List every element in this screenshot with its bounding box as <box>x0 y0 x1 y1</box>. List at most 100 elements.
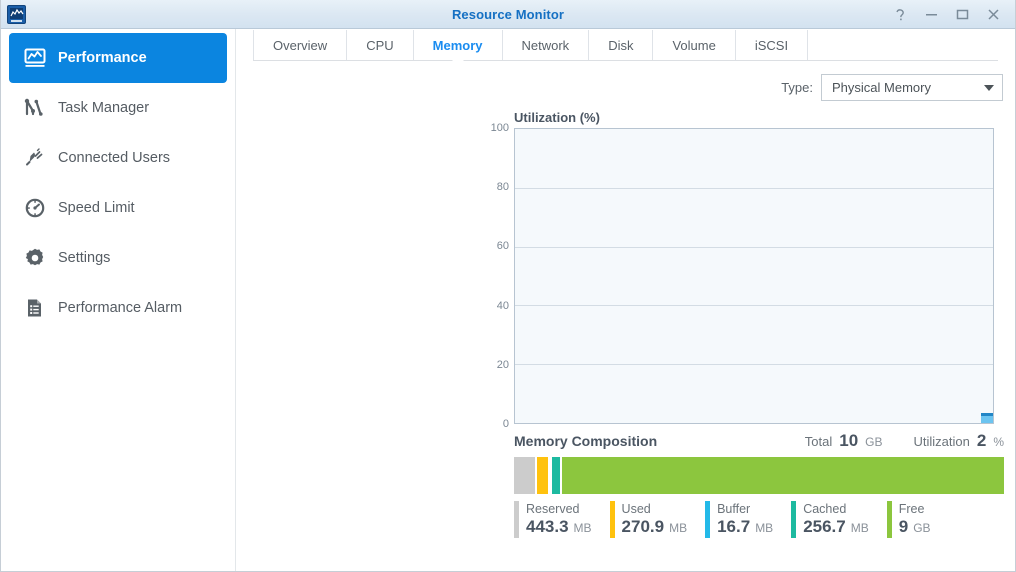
sidebar-item-performance-alarm[interactable]: Performance Alarm <box>9 283 227 333</box>
sidebar-item-speed-limit[interactable]: Speed Limit <box>9 183 227 233</box>
window-body: Performance Task Manager Connected Users… <box>1 29 1015 571</box>
memory-composition-bar <box>514 457 1004 494</box>
legend-label: Used <box>621 502 651 516</box>
legend-swatch <box>609 501 615 538</box>
legend-label: Cached <box>803 502 847 516</box>
chart-plot-area[interactable] <box>514 128 994 424</box>
legend-item-free: Free 9 GB <box>886 501 949 538</box>
legend-unit: MB <box>573 521 592 535</box>
chart-data-marker <box>981 413 993 423</box>
legend-unit: GB <box>913 521 931 535</box>
sidebar-item-performance[interactable]: Performance <box>9 33 227 83</box>
chart-y-tick: 60 <box>496 240 509 253</box>
task-manager-icon <box>23 96 47 120</box>
chevron-down-icon <box>984 84 994 91</box>
sidebar-item-task-manager[interactable]: Task Manager <box>9 83 227 133</box>
total-label: Total <box>804 434 833 449</box>
memory-bar-segment-reserved <box>514 457 537 494</box>
total-value: 10 <box>839 431 859 450</box>
utilization-label: Utilization <box>913 434 970 449</box>
legend-label: Reserved <box>526 502 580 516</box>
legend-value: 443.3 <box>526 517 569 536</box>
legend-unit: MB <box>669 521 688 535</box>
chart-title: Utilization (%) <box>514 110 600 125</box>
sidebar-item-label: Performance <box>58 50 147 66</box>
chart-y-tick: 20 <box>496 358 509 371</box>
tab-label: Overview <box>273 37 328 53</box>
chart-y-tick: 0 <box>502 418 509 430</box>
chart-gridline <box>515 246 993 248</box>
chart-gridline <box>515 187 993 189</box>
legend-label: Buffer <box>717 502 751 516</box>
type-select-value: Physical Memory <box>832 80 931 95</box>
legend-swatch <box>705 501 711 538</box>
title-bar: Resource Monitor <box>1 0 1015 29</box>
legend-label: Free <box>898 502 925 516</box>
legend-swatch <box>791 501 797 538</box>
resource-monitor-window: Resource Monitor Performance Task Manage… <box>0 0 1016 572</box>
sidebar-item-settings[interactable]: Settings <box>9 233 227 283</box>
legend-value: 16.7 <box>717 517 751 536</box>
sidebar: Performance Task Manager Connected Users… <box>1 29 236 571</box>
type-label: Type: <box>781 80 813 95</box>
legend-unit: MB <box>850 521 869 535</box>
total-unit: GB <box>865 435 883 449</box>
legend-value: 9 <box>898 517 909 536</box>
sidebar-item-label: Task Manager <box>58 100 150 116</box>
maximize-button[interactable] <box>947 1 978 27</box>
close-button[interactable] <box>978 1 1009 27</box>
sidebar-item-label: Speed Limit <box>58 200 135 216</box>
tab-label: CPU <box>366 37 394 53</box>
memory-bar-segment-cached <box>552 457 563 494</box>
tab-label: Network <box>521 37 570 53</box>
legend-item-cached: Cached 256.7 MB <box>791 501 887 538</box>
tab-label: iSCSI <box>754 37 789 53</box>
tab-label: Volume <box>672 37 716 53</box>
plug-icon <box>23 146 47 170</box>
tab-label: Memory <box>432 37 483 53</box>
window-controls <box>885 1 1015 27</box>
tab-overview[interactable]: Overview <box>253 30 348 60</box>
sidebar-item-label: Performance Alarm <box>58 300 183 316</box>
document-list-icon <box>23 296 47 320</box>
legend-unit: MB <box>755 521 774 535</box>
content-area: Overview CPU Memory Network Disk Volume … <box>236 29 1015 571</box>
active-tab-caret <box>452 55 465 61</box>
tab-underline <box>253 55 998 61</box>
type-select[interactable]: Physical Memory <box>821 74 1003 101</box>
tab-iscsi[interactable]: iSCSI <box>736 30 809 60</box>
chart-y-axis: 100 80 60 40 20 0 <box>483 122 509 430</box>
gear-icon <box>23 246 47 270</box>
memory-bar-segment-used <box>536 457 550 494</box>
legend-item-reserved: Reserved 443.3 MB <box>514 501 610 538</box>
help-button[interactable] <box>885 1 916 27</box>
memory-summary-stats: Total 10 GB Utilization 2 % <box>805 431 1004 451</box>
tab-volume[interactable]: Volume <box>653 30 736 60</box>
chart-y-tick: 80 <box>496 181 509 194</box>
chart-y-tick: 100 <box>490 122 509 134</box>
minimize-button[interactable] <box>916 1 947 27</box>
memory-bar-segment-free <box>562 457 1004 494</box>
utilization-chart: Utilization (%) 100 80 60 40 20 0 <box>236 110 1005 430</box>
tab-network[interactable]: Network <box>503 30 590 60</box>
tab-cpu[interactable]: CPU <box>347 30 414 60</box>
legend-swatch <box>514 501 519 538</box>
speedometer-icon <box>23 196 47 220</box>
memory-composition-section: Memory Composition Total 10 GB Utilizati… <box>514 431 1004 538</box>
tab-disk[interactable]: Disk <box>589 30 654 60</box>
utilization-unit: % <box>993 435 1004 449</box>
performance-chart-icon <box>23 46 47 70</box>
resource-monitor-icon <box>7 4 26 24</box>
chart-y-tick: 40 <box>496 299 509 312</box>
chart-gridline <box>515 305 993 307</box>
sidebar-item-label: Connected Users <box>58 150 171 166</box>
utilization-value: 2 <box>976 431 987 450</box>
legend-value: 256.7 <box>803 517 846 536</box>
sidebar-item-connected-users[interactable]: Connected Users <box>9 133 227 183</box>
tab-bar: Overview CPU Memory Network Disk Volume … <box>236 30 1015 60</box>
memory-composition-title: Memory Composition <box>514 433 658 449</box>
legend-item-buffer: Buffer 16.7 MB <box>705 501 791 538</box>
chart-gridline <box>515 364 993 366</box>
legend-value: 270.9 <box>621 517 665 536</box>
type-selector-row: Type: Physical Memory <box>236 61 1015 101</box>
